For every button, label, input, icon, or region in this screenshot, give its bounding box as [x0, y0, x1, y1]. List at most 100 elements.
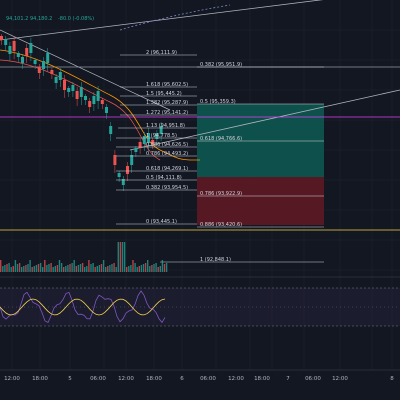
- volume-bar: [71, 263, 73, 272]
- candle-body: [109, 126, 113, 134]
- volume-bar: [50, 263, 52, 272]
- volume-bar: [75, 266, 77, 272]
- time-axis-label: 06:00: [90, 376, 106, 382]
- time-axis-label: 18:00: [32, 376, 48, 382]
- candle-body: [58, 72, 62, 80]
- fib-retracement-level-label: 0.5 (95,359.3): [200, 99, 236, 105]
- fib-extension-level-label: 0.786 (94,493.2): [146, 151, 188, 157]
- candle-body: [134, 148, 138, 152]
- trading-chart[interactable]: 2 (96,111.9) 1.618 (95,602.5) 1.5 (95,445.…: [0, 0, 400, 400]
- fib-extension-level-label: 2 (96,111.9): [146, 50, 177, 56]
- stop-zone: [197, 177, 324, 225]
- time-axis-label: 12:00: [332, 376, 348, 382]
- candle-body: [113, 155, 117, 165]
- volume-bar: [54, 266, 56, 272]
- volume-bar: [84, 267, 86, 272]
- volume-bar: [151, 265, 153, 272]
- volume-bar: [147, 260, 149, 272]
- candle-body: [67, 88, 71, 92]
- volume-bar: [8, 263, 10, 272]
- volume-bar: [27, 264, 29, 272]
- time-axis-label: 5: [68, 376, 72, 382]
- candle-body: [71, 85, 75, 91]
- time-axis-label: 12:00: [4, 376, 20, 382]
- volume-bar: [63, 267, 65, 272]
- volume-bar: [109, 265, 111, 272]
- candle-body: [130, 155, 134, 165]
- fib-retracement-level-label: 0.382 (95,951.9): [200, 62, 242, 68]
- fib-retracement-level-label: 0.618 (94,766.6): [200, 136, 242, 142]
- volume-bar: [60, 263, 63, 272]
- volume-bar: [79, 264, 82, 272]
- volume-bar: [77, 265, 80, 272]
- fib-extension-level-label: 0.886 (94,626.5): [146, 142, 188, 148]
- candle-body: [8, 46, 12, 54]
- header-value-3: -80.0 (-0.08%): [58, 16, 94, 22]
- volume-bar: [123, 242, 126, 272]
- volume-bar: [119, 242, 122, 272]
- fib-extension-level-label: 0.382 (93,954.5): [146, 185, 188, 191]
- ohlc-header: 94,101.2 94,180.2 -80.0 (-0.08%): [6, 16, 94, 22]
- fib-retracement-level-label: 0.786 (93,922.9): [200, 191, 242, 197]
- volume-bar: [105, 267, 107, 272]
- volume-bar: [138, 266, 140, 272]
- volume-bar: [4, 265, 6, 272]
- volume-bar: [107, 266, 109, 272]
- candle-body: [33, 60, 37, 64]
- volume-bar: [159, 266, 161, 272]
- volume-bar: [18, 263, 21, 272]
- volume-bar: [58, 260, 61, 272]
- volume-bar: [117, 242, 119, 272]
- candle-body: [16, 53, 20, 57]
- fib-extension-level-label: 1.382 (95,287.9): [146, 100, 188, 106]
- volume-bar: [149, 266, 151, 272]
- candle-body: [29, 43, 33, 53]
- candle-body: [21, 57, 24, 63]
- candle-body: [25, 48, 29, 56]
- volume-bar: [67, 265, 69, 272]
- volume-bar: [33, 266, 35, 272]
- time-axis-label: 12:00: [228, 376, 244, 382]
- time-axis-label: 12:00: [118, 376, 134, 382]
- candle-body: [92, 96, 96, 104]
- fib-retracement-level-label: 0.886 (93,420.6): [200, 222, 242, 228]
- candle-body: [88, 101, 92, 107]
- volume-bar: [165, 263, 168, 272]
- fib-extension-level-label: 1 (92,848.1): [200, 257, 231, 263]
- time-axis-label: 06:00: [200, 376, 216, 382]
- volume-bar: [16, 264, 19, 272]
- candle-body: [96, 91, 100, 101]
- fib-extension-level-label: 1.618 (95,602.5): [146, 82, 188, 88]
- volume-bar: [155, 263, 157, 272]
- time-axis-label: 8: [390, 376, 394, 382]
- volume-bar: [88, 260, 90, 272]
- volume-bar: [140, 265, 143, 272]
- candle-body: [42, 61, 45, 69]
- header-value-1: 94,101.2: [6, 16, 28, 22]
- volume-bar: [113, 263, 115, 272]
- volume-bar: [29, 260, 31, 272]
- candle-body: [4, 39, 8, 45]
- volume-bar: [46, 265, 48, 272]
- volume-bar: [132, 260, 134, 272]
- volume-bar: [6, 264, 8, 272]
- fib-extension-level-label: 1.5 (95,445.2): [146, 91, 182, 97]
- volume-bar: [44, 260, 46, 272]
- volume-bar: [42, 267, 44, 272]
- volume-bar: [10, 267, 12, 272]
- volume-bar: [86, 266, 88, 272]
- volume-bar: [98, 265, 101, 272]
- time-axis-label: 06:00: [305, 376, 321, 382]
- time-axis-label: 18:00: [254, 376, 270, 382]
- fib-extension-level-label: 1.272 (95,141.2): [146, 110, 188, 116]
- volume-bar: [96, 266, 98, 272]
- volume-bar: [126, 267, 128, 272]
- volume-bar: [163, 264, 166, 272]
- volume-bar: [69, 264, 71, 272]
- volume-bar: [153, 264, 155, 272]
- volume-bar: [12, 266, 14, 272]
- volume-bar: [31, 267, 33, 272]
- candle-body: [37, 67, 41, 73]
- candle-body: [79, 87, 83, 97]
- candle-body: [117, 173, 121, 177]
